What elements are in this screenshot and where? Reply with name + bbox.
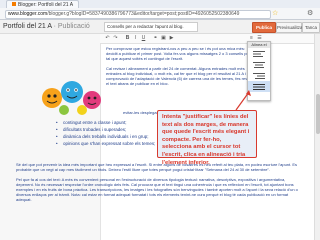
cartoon-characters-image bbox=[42, 81, 101, 115]
vertical-scrollbar[interactable] bbox=[314, 34, 320, 240]
paragraph-1: Per comprovar que estou registrant-vos a… bbox=[106, 46, 251, 61]
align-dropdown[interactable]: Alinea el bbox=[247, 41, 271, 101]
scroll-thumb[interactable] bbox=[316, 94, 320, 134]
list-item-text: opinions que s'han expressat sobre els t… bbox=[63, 141, 156, 146]
align-right-icon bbox=[253, 73, 265, 79]
browser-window: Blogger: Portfoli del 21 A www.blogger.c… bbox=[0, 0, 320, 240]
paragraph-2: Cal revisar i alineament a partir del 24… bbox=[106, 66, 254, 86]
link-icon[interactable]: ⚭ bbox=[152, 35, 159, 41]
bookmark-star-icon[interactable]: ☆ bbox=[272, 9, 278, 18]
formatting-toolbar: ↶ ↷ B I U ⚭ ▣ ▶ ≡ ☰ bbox=[100, 34, 320, 44]
close-button[interactable]: Tanca bbox=[302, 22, 320, 33]
instruction-callout: Intenta "justificar" les línies del text… bbox=[157, 110, 257, 166]
url-host: www.blogger.com bbox=[8, 11, 48, 17]
paragraph-intro: Per comprovar que estou registrant-vos a… bbox=[106, 46, 254, 118]
url-field[interactable]: www.blogger.com/blogger.g?blogID=5837490… bbox=[5, 10, 271, 19]
image-icon[interactable]: ▣ bbox=[160, 35, 167, 41]
paragraph-body: Sé del que pot prevenir la idea més impo… bbox=[16, 162, 300, 240]
list-item-text: dinàmica dels treballs individuals i en … bbox=[63, 134, 149, 139]
bold-icon[interactable]: B bbox=[124, 35, 131, 41]
post-title-input[interactable]: Consells per a redactar l'apunt al blog. bbox=[104, 22, 198, 32]
italic-icon[interactable]: I bbox=[132, 35, 139, 41]
preview-button[interactable]: Previsualitza bbox=[276, 22, 303, 33]
section-label: · Publicació bbox=[53, 23, 90, 30]
align-left-option[interactable] bbox=[248, 48, 270, 59]
align-justify-option[interactable] bbox=[248, 81, 270, 92]
redo-icon[interactable]: ↷ bbox=[112, 35, 119, 41]
align-center-option[interactable] bbox=[248, 59, 270, 70]
video-icon[interactable]: ▶ bbox=[168, 35, 175, 41]
tab-bar: Blogger: Portfoli del 21 A bbox=[0, 0, 320, 9]
list-item-text: dificultats trobades i superades; bbox=[63, 127, 127, 132]
callout-text: Intenta "justificar" les línies del text… bbox=[162, 114, 250, 166]
address-bar: www.blogger.com/blogger.g?blogID=5837490… bbox=[0, 8, 320, 20]
blog-title[interactable]: Portfoli del 21 A bbox=[3, 23, 52, 30]
align-justify-icon bbox=[253, 84, 265, 90]
publish-button[interactable]: Publica bbox=[252, 22, 276, 33]
blog-breadcrumb: Portfoli del 21 A · Publicació bbox=[3, 22, 90, 31]
blogger-favicon-icon bbox=[12, 2, 16, 6]
url-path: /blogger.g?blogID=5837490386796773&edito… bbox=[47, 11, 240, 17]
list-item-text: contingut entre a classe i apunt; bbox=[63, 120, 127, 125]
paragraph-4: Pel que fa al cos del text: A més és con… bbox=[16, 177, 298, 202]
paragraph-3: Sé del que pot prevenir la idea més impo… bbox=[16, 162, 298, 172]
align-right-option[interactable] bbox=[248, 70, 270, 81]
align-left-icon bbox=[253, 51, 265, 57]
wrench-icon[interactable]: ⚙ bbox=[307, 9, 313, 18]
undo-icon[interactable]: ↶ bbox=[104, 35, 111, 41]
underline-icon[interactable]: U bbox=[140, 35, 147, 41]
align-center-icon bbox=[253, 62, 265, 68]
editor-header: Portfoli del 21 A · Publicació Consells … bbox=[0, 20, 320, 34]
